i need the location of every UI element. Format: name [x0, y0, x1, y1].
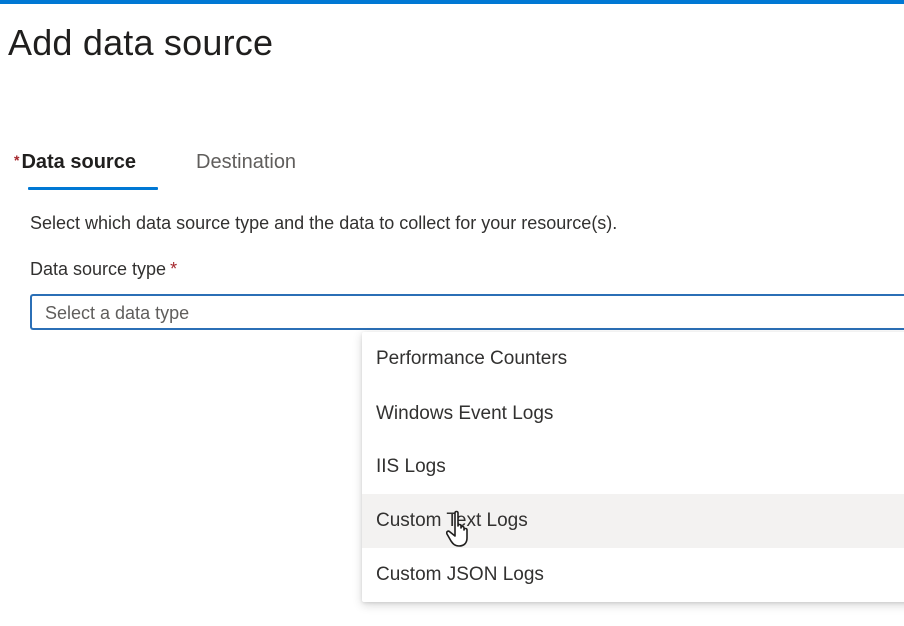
field-label-text: Data source type [30, 259, 167, 279]
tab-required-mark: * [14, 152, 20, 168]
data-source-type-select[interactable]: Select a data type [30, 294, 904, 330]
active-tab-indicator [28, 187, 158, 190]
page-title: Add data source [8, 22, 274, 63]
top-accent-bar [0, 0, 904, 4]
select-placeholder: Select a data type [45, 303, 190, 323]
required-asterisk: * [170, 259, 178, 279]
section-description: Select which data source type and the da… [30, 213, 618, 233]
option-custom-text-logs[interactable]: Custom Text Logs [362, 494, 904, 548]
option-performance-counters[interactable]: Performance Counters [362, 332, 904, 386]
option-iis-logs[interactable]: IIS Logs [362, 440, 904, 494]
option-windows-event-logs[interactable]: Windows Event Logs [362, 387, 904, 441]
tab-destination-label: Destination [196, 151, 297, 173]
data-type-dropdown-menu: Performance Counters Windows Event Logs … [362, 332, 904, 602]
hand-pointer-icon [446, 510, 468, 547]
data-source-type-label: Data source type * [30, 259, 177, 280]
option-custom-json-logs[interactable]: Custom JSON Logs [362, 548, 904, 602]
tab-data-source[interactable]: * Data source [14, 146, 158, 190]
tab-data-source-label: Data source [21, 151, 136, 173]
tab-destination[interactable]: Destination [196, 146, 296, 190]
